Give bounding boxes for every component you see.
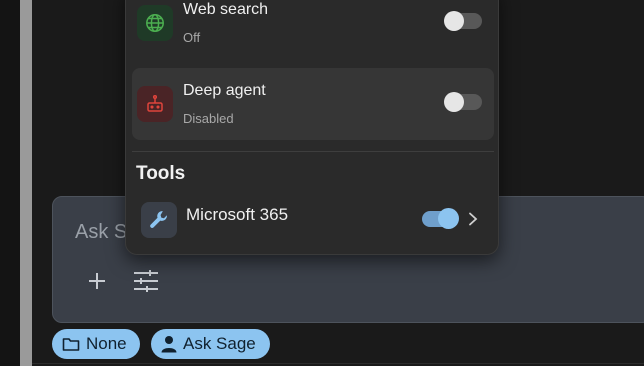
folder-chip-label: None bbox=[86, 334, 127, 353]
wrench-icon bbox=[150, 211, 167, 228]
app-window: Ask Sage None Ask Sage Web search Off De… bbox=[0, 0, 644, 366]
sliders-icon bbox=[134, 270, 158, 292]
microsoft-365-label: Microsoft 365 bbox=[186, 205, 289, 224]
person-icon bbox=[161, 336, 177, 353]
menu-item-web-search[interactable]: Web search Off bbox=[132, 0, 494, 59]
deep-agent-toggle[interactable] bbox=[444, 92, 482, 112]
menu-divider bbox=[132, 151, 494, 152]
toggle-knob bbox=[444, 11, 464, 31]
web-search-toggle[interactable] bbox=[444, 11, 482, 31]
scrollbar[interactable] bbox=[20, 0, 32, 366]
chevron-right-glyph bbox=[469, 212, 478, 226]
tool-settings-button[interactable] bbox=[131, 267, 161, 295]
tools-section-title: Tools bbox=[136, 163, 186, 184]
tools-popup-menu: Web search Off Deep agent Disabled Tools… bbox=[125, 0, 499, 255]
toggle-knob bbox=[438, 208, 459, 229]
web-search-title: Web search bbox=[183, 1, 269, 18]
deep-agent-icon-tile bbox=[137, 86, 173, 122]
tool-item-microsoft-365[interactable]: Microsoft 365 bbox=[132, 199, 494, 239]
chevron-right-icon[interactable] bbox=[466, 211, 480, 227]
persona-chip-label: Ask Sage bbox=[183, 334, 256, 353]
robot-icon bbox=[147, 94, 163, 112]
deep-agent-status: Disabled bbox=[183, 111, 234, 126]
globe-icon bbox=[146, 14, 164, 32]
folder-icon bbox=[62, 338, 80, 351]
plus-icon bbox=[89, 273, 105, 289]
deep-agent-title: Deep agent bbox=[183, 82, 266, 99]
persona-chip[interactable]: Ask Sage bbox=[151, 329, 270, 359]
divider bbox=[32, 363, 644, 364]
web-search-status: Off bbox=[183, 30, 201, 45]
microsoft-365-icon-tile bbox=[141, 202, 177, 238]
menu-item-deep-agent[interactable]: Deep agent Disabled bbox=[132, 68, 494, 140]
web-search-icon-tile bbox=[137, 5, 173, 41]
toggle-knob bbox=[444, 92, 464, 112]
folder-chip[interactable]: None bbox=[52, 329, 140, 359]
left-rail bbox=[0, 0, 20, 366]
add-attachment-button[interactable] bbox=[83, 267, 111, 295]
microsoft-365-toggle[interactable] bbox=[422, 208, 459, 229]
